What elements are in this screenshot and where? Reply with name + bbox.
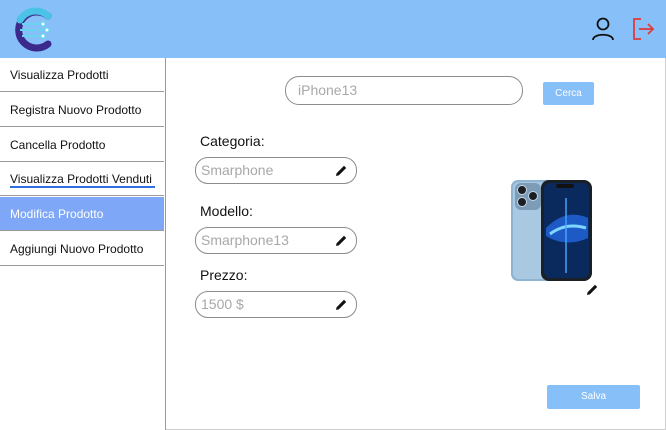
sidebar: Visualizza Prodotti Registra Nuovo Prodo… [0,58,166,430]
sidebar-item-cancella-prodotto[interactable]: Cancella Prodotto [0,128,164,162]
sidebar-item-visualizza-prodotti[interactable]: Visualizza Prodotti [0,58,164,92]
search-input[interactable]: iPhone13 [285,76,523,105]
sidebar-item-label: Visualizza Prodotti Venduti [10,172,152,186]
sidebar-item-underline [10,186,155,188]
logout-icon[interactable] [630,16,656,42]
sidebar-item-visualizza-prodotti-venduti[interactable]: Visualizza Prodotti Venduti [0,162,164,196]
pencil-icon[interactable] [335,164,348,177]
sidebar-item-modifica-prodotto[interactable]: Modifica Prodotto [0,197,164,231]
categoria-field[interactable]: Smarphone [195,157,357,184]
prezzo-value: 1500 $ [201,296,244,312]
search-button[interactable]: Cerca [543,82,594,105]
categoria-value: Smarphone [201,162,274,178]
user-icon[interactable] [590,16,616,42]
prezzo-field[interactable]: 1500 $ [195,291,357,318]
sidebar-item-aggiungi-nuovo-prodotto[interactable]: Aggiungi Nuovo Prodotto [0,232,164,266]
edit-image-pencil-icon[interactable] [586,283,599,296]
modello-field[interactable]: Smarphone13 [195,227,357,254]
pencil-icon[interactable] [335,234,348,247]
product-image [511,180,592,281]
pencil-icon[interactable] [335,298,348,311]
save-button[interactable]: Salva [547,385,640,409]
prezzo-label: Prezzo: [200,267,248,283]
modello-value: Smarphone13 [201,232,289,248]
categoria-label: Categoria: [200,133,265,149]
modello-label: Modello: [200,203,253,219]
c-circuit-logo-icon[interactable] [8,6,56,54]
sidebar-item-registra-nuovo-prodotto[interactable]: Registra Nuovo Prodotto [0,93,164,127]
top-bar [0,0,666,58]
